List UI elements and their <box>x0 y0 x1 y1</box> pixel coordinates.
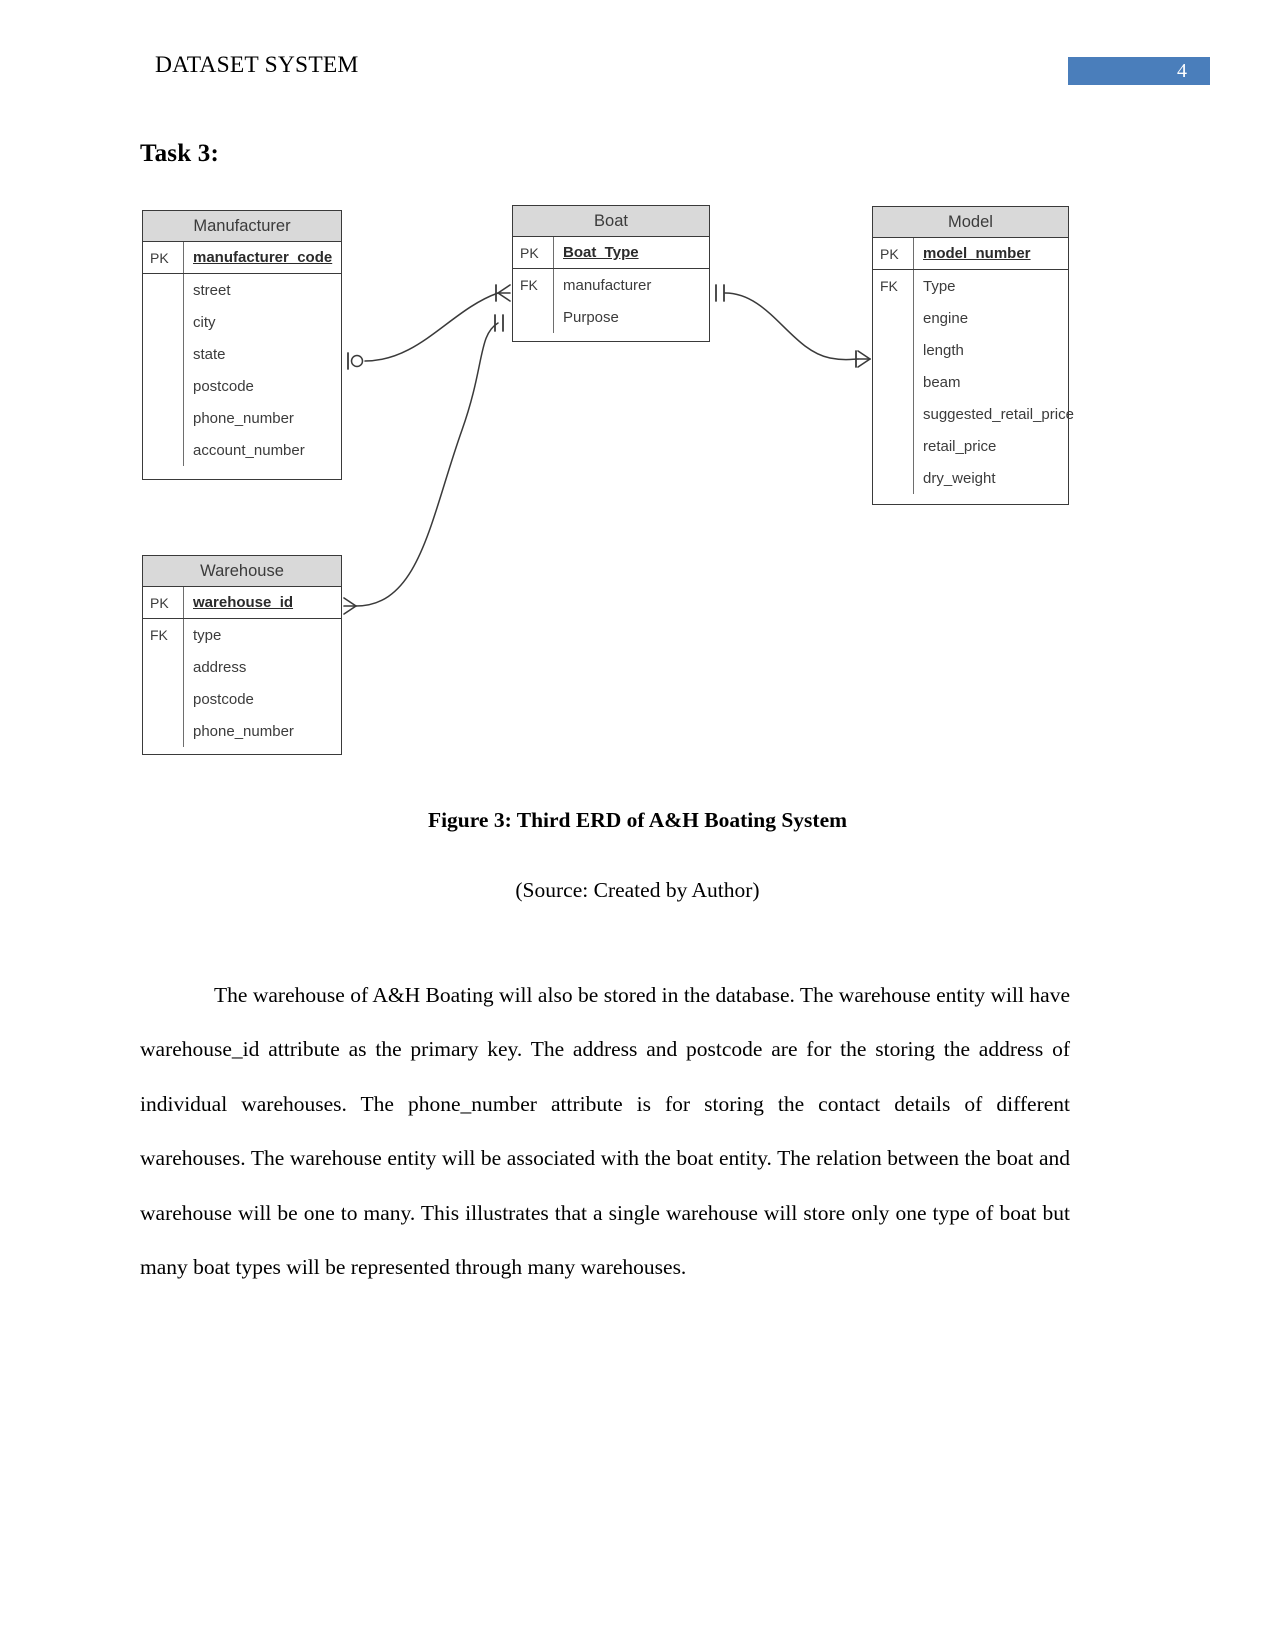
entity-boat: Boat PK Boat_Type FK manufacturer Purpos… <box>512 205 710 342</box>
entity-attribute-row: phone_number <box>143 402 341 434</box>
notation-crowsfoot-boat-manufacturer <box>495 284 511 302</box>
attribute-name: Type <box>913 270 1068 302</box>
fk-label-slot <box>873 334 913 366</box>
attribute-name: engine <box>913 302 1068 334</box>
figure-source: (Source: Created by Author) <box>515 878 760 902</box>
entity-pk-row-boat: PK Boat_Type <box>513 237 709 269</box>
entity-warehouse: Warehouse PK warehouse_id FK type addres… <box>142 555 342 755</box>
fk-label-slot <box>143 651 183 683</box>
pk-label-boat: PK <box>520 244 539 261</box>
entity-attribute-row: phone_number <box>143 715 341 747</box>
pk-label-manufacturer: PK <box>150 249 169 266</box>
entity-attribute-row: retail_price <box>873 430 1068 462</box>
entity-attribute-row: postcode <box>143 683 341 715</box>
fk-label-slot <box>143 715 183 747</box>
entity-title-boat: Boat <box>513 206 709 237</box>
entity-attributes-model: FK Type engine length beam suggested_ret… <box>873 270 1074 494</box>
attribute-name: postcode <box>183 683 341 715</box>
entity-attribute-row: city <box>143 306 341 338</box>
header-title: DATASET SYSTEM <box>155 52 359 78</box>
entity-attribute-row: beam <box>873 366 1068 398</box>
fk-label-slot <box>873 398 913 430</box>
fk-label-slot <box>143 434 183 466</box>
fk-label-slot <box>873 302 913 334</box>
entity-attribute-row: postcode <box>143 370 341 402</box>
entity-attribute-row: FK manufacturer <box>513 269 709 301</box>
entity-title-warehouse: Warehouse <box>143 556 341 587</box>
entity-attribute-row: FK Type <box>873 270 1068 302</box>
fk-label-slot <box>143 370 183 402</box>
fk-label-slot <box>873 366 913 398</box>
entity-attribute-row: address <box>143 651 341 683</box>
erd-diagram: Manufacturer PK manufacturer_code street… <box>0 190 1275 790</box>
connector-warehouse-boat <box>355 322 499 607</box>
fk-label-slot <box>143 402 183 434</box>
fk-label-slot <box>143 274 183 306</box>
pk-attribute-boat: Boat_Type <box>553 237 709 268</box>
attribute-name: manufacturer <box>553 269 709 301</box>
attribute-name: Purpose <box>553 301 709 333</box>
attribute-name: address <box>183 651 341 683</box>
entity-attribute-row: dry_weight <box>873 462 1068 494</box>
notation-double-bar-boat-model <box>715 284 725 302</box>
entity-attributes-boat: FK manufacturer Purpose <box>513 269 709 333</box>
fk-label-slot <box>143 338 183 370</box>
notation-double-bar-boat-warehouse <box>494 314 504 332</box>
attribute-name: account_number <box>183 434 341 466</box>
figure-caption: Figure 3: Third ERD of A&H Boating Syste… <box>427 808 848 832</box>
entity-attribute-row: length <box>873 334 1068 366</box>
attribute-name: beam <box>913 366 1068 398</box>
attribute-name: phone_number <box>183 715 341 747</box>
entity-pk-row-warehouse: PK warehouse_id <box>143 587 341 619</box>
entity-attributes-warehouse: FK type address postcode phone_number <box>143 619 341 747</box>
entity-attribute-row: street <box>143 274 341 306</box>
entity-pk-row-manufacturer: PK manufacturer_code <box>143 242 341 274</box>
attribute-name: suggested_retail_price <box>913 398 1074 430</box>
entity-attributes-manufacturer: street city state postcode phone_number … <box>143 274 341 466</box>
body-paragraph: The warehouse of A&H Boating will also b… <box>140 982 1070 1280</box>
entity-pk-row-model: PK model_number <box>873 238 1068 270</box>
attribute-name: postcode <box>183 370 341 402</box>
pk-label-model: PK <box>880 245 899 262</box>
pk-attribute-manufacturer: manufacturer_code <box>183 242 341 273</box>
connector-boat-model <box>724 292 859 361</box>
entity-attribute-row: state <box>143 338 341 370</box>
fk-label-slot <box>873 462 913 494</box>
fk-label-boat: FK <box>520 277 538 293</box>
entity-attribute-row: Purpose <box>513 301 709 333</box>
entity-attribute-row: FK type <box>143 619 341 651</box>
entity-manufacturer: Manufacturer PK manufacturer_code street… <box>142 210 342 480</box>
fk-label-slot <box>513 301 553 333</box>
entity-attribute-row: suggested_retail_price <box>873 398 1074 430</box>
attribute-name: phone_number <box>183 402 341 434</box>
entity-attribute-row: account_number <box>143 434 341 466</box>
attribute-name: state <box>183 338 341 370</box>
fk-label-model: FK <box>880 278 898 294</box>
page-header: DATASET SYSTEM 4 <box>0 52 1275 96</box>
entity-title-manufacturer: Manufacturer <box>143 211 341 242</box>
entity-attribute-row: engine <box>873 302 1068 334</box>
attribute-name: city <box>183 306 341 338</box>
pk-attribute-model: model_number <box>913 238 1068 269</box>
notation-crowsfoot-model <box>855 350 871 368</box>
attribute-name: dry_weight <box>913 462 1068 494</box>
attribute-name: street <box>183 274 341 306</box>
page-number-badge: 4 <box>1068 57 1210 85</box>
fk-label-slot <box>873 430 913 462</box>
fk-label-slot <box>143 683 183 715</box>
entity-model: Model PK model_number FK Type engine len… <box>872 206 1074 505</box>
fk-label-slot <box>143 306 183 338</box>
pk-label-warehouse: PK <box>150 594 169 611</box>
attribute-name: retail_price <box>913 430 1068 462</box>
fk-label-warehouse: FK <box>150 627 168 643</box>
notation-circle-manufacturer <box>350 354 364 368</box>
entity-title-model: Model <box>873 207 1068 238</box>
connector-manufacturer-boat <box>364 292 499 362</box>
pk-attribute-warehouse: warehouse_id <box>183 587 341 618</box>
attribute-name: length <box>913 334 1068 366</box>
notation-crowsfoot-warehouse <box>343 597 357 615</box>
attribute-name: type <box>183 619 341 651</box>
page-number: 4 <box>1177 60 1187 82</box>
page-title: Task 3: <box>140 140 219 167</box>
